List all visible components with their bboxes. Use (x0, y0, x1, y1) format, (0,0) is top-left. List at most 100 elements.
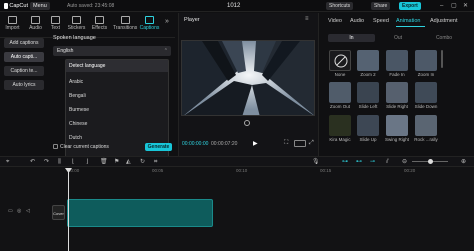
magnet-icon[interactable]: ⊶ (342, 159, 348, 165)
time-ruler[interactable]: 00:00 00:05 00:10 00:15 00:20 (40, 168, 474, 174)
export-button[interactable]: Export (399, 2, 421, 10)
anim-rock-rally[interactable] (415, 115, 437, 136)
zoom-in-icon[interactable]: ⊕ (461, 159, 466, 165)
anim-slide-left[interactable] (357, 82, 379, 103)
anim-label: Fade In (389, 72, 405, 77)
crop-icon[interactable]: ⌗ (154, 159, 157, 165)
anim-label: Zoom Out (329, 104, 350, 109)
subtab-in[interactable]: In (328, 34, 375, 42)
captions-panel: Spoken language English ⌃ Detect language… (50, 30, 175, 160)
nav-auto-captions[interactable]: Auto capti... (4, 52, 44, 62)
language-option[interactable]: Chinese (66, 118, 168, 130)
tab-video[interactable]: Video (328, 17, 342, 25)
playhead[interactable] (68, 168, 69, 251)
anim-label: Kira Magic (329, 137, 351, 142)
shortcuts-button[interactable]: Shortcuts (326, 2, 354, 10)
track-visibility-icon[interactable]: ◎ (17, 208, 21, 214)
rotate-icon[interactable]: ↻ (140, 159, 145, 165)
anim-slide-up[interactable] (357, 115, 379, 136)
ruler-tick: 00:05 (152, 168, 164, 173)
link-icon[interactable]: ⊷ (356, 159, 362, 165)
video-clip[interactable] (67, 199, 213, 227)
clear-captions-checkbox[interactable]: Clear current captions (53, 144, 109, 151)
title-bar: CapCut Menu Auto saved: 23:45:08 1012 Sh… (0, 0, 474, 12)
menu-button[interactable]: Menu (30, 2, 50, 10)
anim-swing-right[interactable] (386, 115, 408, 136)
undo-icon[interactable]: ↶ (30, 159, 35, 165)
maximize-icon[interactable]: ▢ (451, 2, 457, 10)
preview-axis-icon[interactable]: ⊸ (370, 159, 375, 165)
anim-label: Slide Right (386, 104, 408, 109)
split-left-icon[interactable]: ⌊ (72, 159, 74, 165)
language-option[interactable]: Burmese (66, 104, 168, 116)
captions-icon (145, 16, 154, 24)
share-button[interactable]: Share (371, 2, 391, 10)
split-right-icon[interactable]: ⌋ (86, 159, 88, 165)
expand-tools-icon[interactable]: » (165, 18, 169, 25)
split-icon[interactable]: ⫼ (58, 159, 61, 165)
generate-button[interactable]: Generate (145, 143, 172, 151)
tab-adjustment[interactable]: Adjustment (430, 17, 458, 25)
anim-label: Slide Up (359, 137, 377, 142)
fullscreen-icon[interactable]: ⛶ (284, 140, 288, 147)
subtab-combo[interactable]: Combo (421, 34, 467, 42)
anim-zoom-in[interactable] (415, 50, 437, 71)
anim-label: None (334, 72, 346, 77)
effects-icon (95, 16, 104, 24)
cover-button[interactable]: Cover (52, 205, 65, 220)
track-mute-icon[interactable]: ◁ (26, 208, 30, 214)
delete-icon[interactable]: 🗑 (100, 159, 108, 165)
tab-speed[interactable]: Speed (373, 17, 389, 25)
flag-icon[interactable]: ⚑ (114, 159, 119, 165)
tab-underline (396, 26, 425, 27)
panel-scrollbar[interactable] (441, 50, 443, 68)
anim-zoom-out[interactable] (329, 82, 351, 103)
import-icon (8, 16, 17, 24)
anim-kira-magic[interactable] (329, 115, 351, 136)
tab-animation[interactable]: Animation (396, 17, 420, 25)
close-icon[interactable]: ✕ (463, 2, 468, 10)
track-lock-icon[interactable]: ▭ (8, 208, 13, 214)
anim-fade-in[interactable] (386, 50, 408, 71)
anim-slide-right[interactable] (386, 82, 408, 103)
player-menu-icon[interactable]: ≡ (305, 16, 309, 22)
aspect-ratio-icon[interactable] (294, 140, 306, 147)
anim-label: Zoom In (417, 72, 435, 77)
nav-add-captions[interactable]: Add captions (4, 38, 44, 48)
language-option[interactable]: Detect language (66, 60, 168, 72)
zoom-slider-handle[interactable] (428, 159, 433, 164)
anim-none[interactable] (329, 50, 351, 71)
video-preview[interactable] (181, 40, 315, 116)
minimize-icon[interactable]: – (440, 2, 443, 10)
nav-caption-templates[interactable]: Caption te... (4, 66, 44, 76)
language-option[interactable]: Bengali (66, 90, 168, 102)
capcut-logo-icon (4, 3, 9, 9)
play-icon[interactable]: ▶ (253, 140, 258, 147)
camera-icon[interactable] (244, 120, 250, 126)
autosave-status: Auto saved: 23:45:08 (67, 3, 115, 9)
split-preview-icon[interactable]: ⫽ (386, 159, 389, 165)
language-option[interactable]: Arabic (66, 76, 168, 88)
clear-captions-label: Clear current captions (60, 144, 109, 150)
chevron-up-icon: ⌃ (163, 48, 168, 54)
mic-icon[interactable]: 🎙 (312, 159, 320, 165)
nav-auto-lyrics[interactable]: Auto lyrics (4, 80, 44, 90)
language-select[interactable]: English ⌃ (53, 46, 171, 56)
mirror-icon[interactable]: ◭ (126, 159, 131, 165)
app-name: CapCut (9, 3, 28, 9)
zoom-out-icon[interactable]: ⊖ (402, 159, 407, 165)
select-tool-icon[interactable]: ⌖ (6, 159, 9, 165)
redo-icon[interactable]: ↷ (44, 159, 49, 165)
tool-label: Audio (29, 25, 42, 31)
tool-import[interactable]: Import (3, 14, 22, 34)
tab-audio[interactable]: Audio (350, 17, 364, 25)
expand-icon[interactable]: ⤢ (309, 140, 314, 147)
anim-slide-down[interactable] (415, 82, 437, 103)
project-name[interactable]: 1012 (227, 2, 240, 10)
anim-label: Zoom 2 (360, 72, 376, 77)
anim-zoom-2[interactable] (357, 50, 379, 71)
tool-audio[interactable]: Audio (26, 14, 45, 34)
anim-label: Slide Down (414, 104, 438, 109)
subtab-out[interactable]: Out (375, 34, 421, 42)
anim-label: Swing Right (385, 137, 410, 142)
